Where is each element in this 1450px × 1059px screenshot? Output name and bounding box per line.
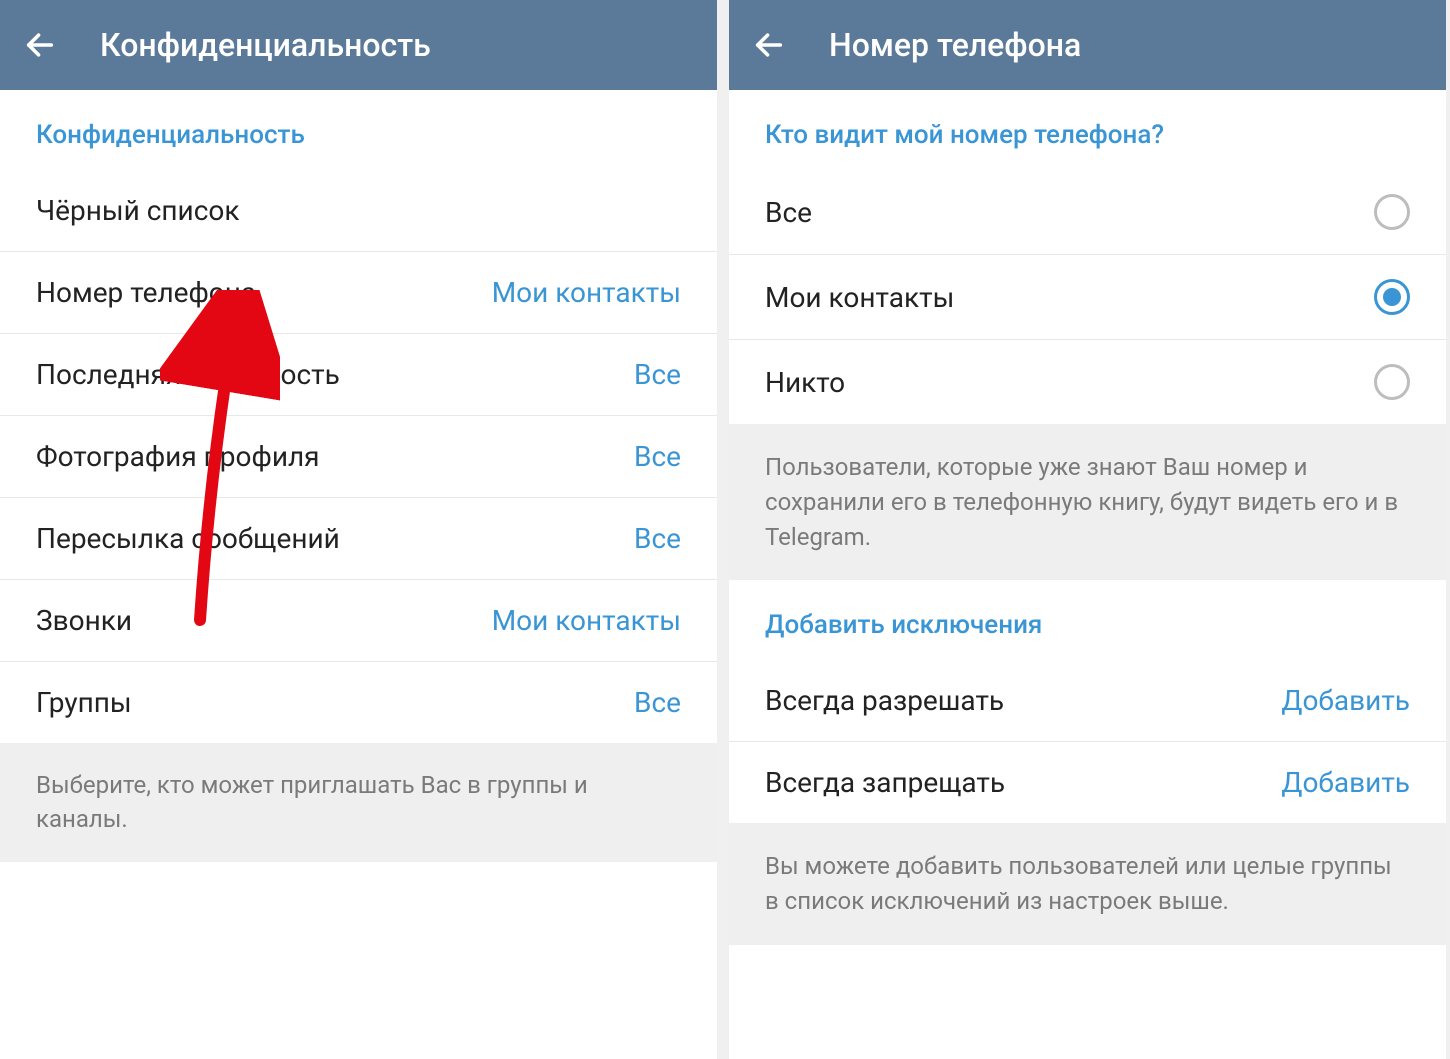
back-button[interactable] bbox=[749, 25, 789, 65]
row-label: Чёрный список bbox=[36, 194, 239, 227]
row-always-allow[interactable]: Всегда разрешать Добавить bbox=[729, 660, 1446, 742]
section-title-privacy: Конфиденциальность bbox=[0, 90, 717, 170]
back-button[interactable] bbox=[20, 25, 60, 65]
back-arrow-icon bbox=[23, 28, 57, 62]
row-label: Звонки bbox=[36, 604, 132, 637]
radio-label: Никто bbox=[765, 366, 845, 399]
row-value: Мои контакты bbox=[492, 604, 681, 637]
row-label: Номер телефона bbox=[36, 276, 256, 309]
row-label: Последняя активность bbox=[36, 358, 340, 391]
row-value: Все bbox=[634, 522, 681, 555]
phone-number-screen: Номер телефона Кто видит мой номер телеф… bbox=[729, 0, 1446, 1059]
add-button[interactable]: Добавить bbox=[1281, 684, 1410, 717]
row-blacklist[interactable]: Чёрный список bbox=[0, 170, 717, 252]
row-calls[interactable]: Звонки Мои контакты bbox=[0, 580, 717, 662]
row-last-seen[interactable]: Последняя активность Все bbox=[0, 334, 717, 416]
row-value: Все bbox=[634, 440, 681, 473]
privacy-screen: Конфиденциальность Конфиденциальность Чё… bbox=[0, 0, 717, 1059]
row-label: Группы bbox=[36, 686, 132, 719]
row-label: Всегда запрещать bbox=[765, 766, 1005, 799]
radio-label: Все bbox=[765, 196, 812, 229]
row-groups[interactable]: Группы Все bbox=[0, 662, 717, 743]
back-arrow-icon bbox=[752, 28, 786, 62]
row-forwarded-messages[interactable]: Пересылка сообщений Все bbox=[0, 498, 717, 580]
radio-icon bbox=[1374, 279, 1410, 315]
row-never-allow[interactable]: Всегда запрещать Добавить bbox=[729, 742, 1446, 823]
header-right: Номер телефона bbox=[729, 0, 1446, 90]
info-exceptions: Вы можете добавить пользователей или цел… bbox=[729, 823, 1446, 945]
row-phone-number[interactable]: Номер телефона Мои контакты bbox=[0, 252, 717, 334]
radio-icon bbox=[1374, 194, 1410, 230]
row-value: Все bbox=[634, 358, 681, 391]
row-profile-photo[interactable]: Фотография профиля Все bbox=[0, 416, 717, 498]
footer-note-groups: Выберите, кто может приглашать Вас в гру… bbox=[0, 743, 717, 862]
info-known-contacts: Пользователи, которые уже знают Ваш номе… bbox=[729, 424, 1446, 580]
section-title-exceptions: Добавить исключения bbox=[729, 580, 1446, 660]
radio-icon bbox=[1374, 364, 1410, 400]
row-label: Всегда разрешать bbox=[765, 684, 1004, 717]
header-left: Конфиденциальность bbox=[0, 0, 717, 90]
radio-label: Мои контакты bbox=[765, 281, 954, 314]
header-title: Конфиденциальность bbox=[100, 26, 431, 64]
row-value: Мои контакты bbox=[492, 276, 681, 309]
row-label: Фотография профиля bbox=[36, 440, 320, 473]
section-title-who-sees: Кто видит мой номер телефона? bbox=[729, 90, 1446, 170]
radio-option-everyone[interactable]: Все bbox=[729, 170, 1446, 255]
header-title: Номер телефона bbox=[829, 26, 1081, 64]
radio-option-my-contacts[interactable]: Мои контакты bbox=[729, 255, 1446, 340]
add-button[interactable]: Добавить bbox=[1281, 766, 1410, 799]
radio-option-nobody[interactable]: Никто bbox=[729, 340, 1446, 424]
row-value: Все bbox=[634, 686, 681, 719]
row-label: Пересылка сообщений bbox=[36, 522, 340, 555]
